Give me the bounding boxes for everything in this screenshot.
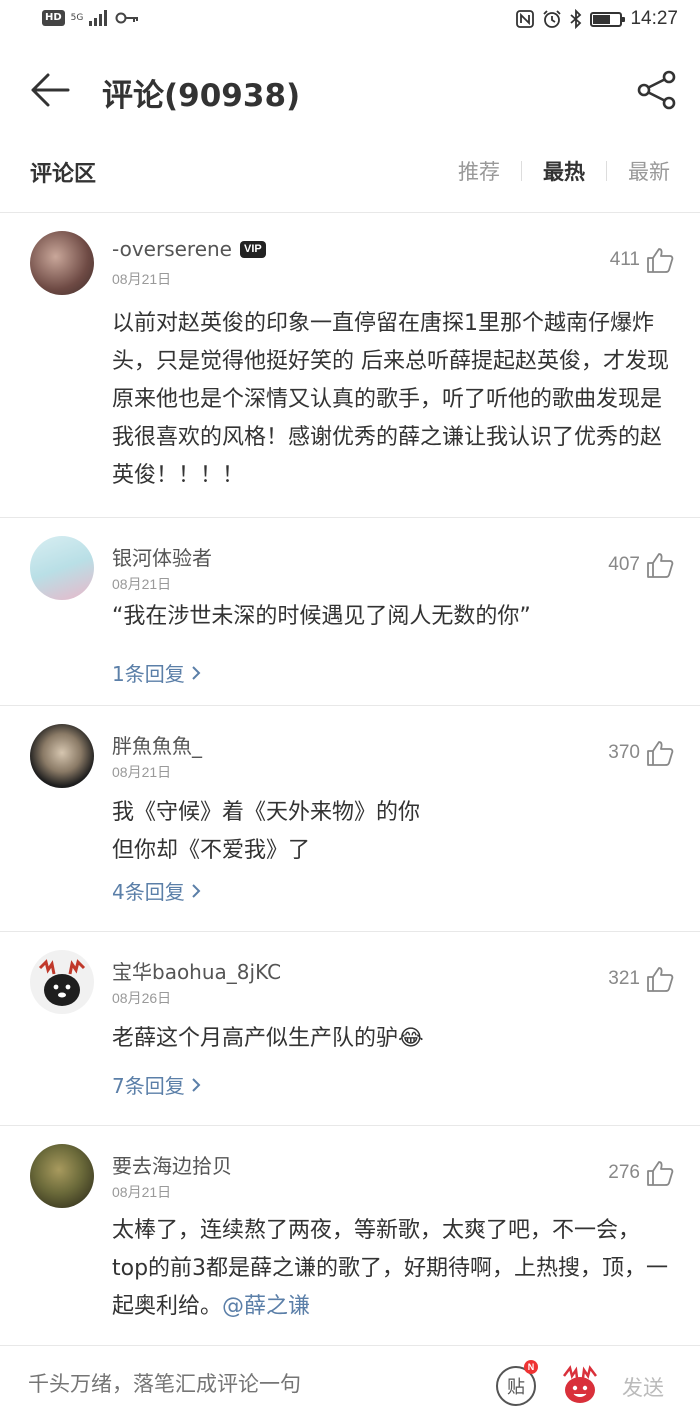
comment-text: 老薛这个月高产似生产队的驴😂 [112, 1020, 672, 1058]
tab-recommended[interactable]: 推荐 [458, 156, 500, 186]
hd-badge: HD [42, 10, 65, 26]
thumbs-up-icon [647, 1161, 674, 1186]
network-type: 5G [70, 12, 84, 23]
sort-tabs: 推荐 最热 最新 [458, 156, 670, 186]
page-title: 评论(90938) [102, 78, 301, 114]
thumbs-up-icon [647, 741, 674, 766]
alarm-icon [543, 10, 562, 28]
battery-icon [590, 11, 626, 27]
signal-icon [89, 10, 108, 26]
author-name: 要去海边拾贝 [112, 1154, 232, 1178]
comment-list: -overserene VIP 08月21日 411 以前对赵英俊的印象一直停留… [0, 212, 700, 1345]
like-count: 370 [608, 742, 640, 763]
comment-item: 银河体验者 08月21日 407 “我在涉世未深的时候遇见了阅人无数的你” 1条… [0, 517, 700, 705]
like-count: 411 [609, 249, 640, 270]
like-button[interactable]: 370 [608, 740, 674, 766]
comment-date: 08月21日 [112, 576, 172, 592]
section-title: 评论区 [30, 162, 97, 187]
comment-date: 08月21日 [112, 764, 172, 780]
view-replies-link[interactable]: 4条回复 [112, 876, 201, 905]
vip-badge: VIP [239, 240, 266, 258]
comment-text: “我在涉世未深的时候遇见了阅人无数的你” [112, 604, 531, 629]
comment-tabs-row: 评论区 推荐 最热 最新 [0, 140, 700, 206]
like-button[interactable]: 276 [608, 1160, 674, 1186]
tab-hottest[interactable]: 最热 [543, 156, 585, 186]
chevron-right-icon [192, 665, 201, 680]
reply-count: 1条回复 [112, 662, 185, 686]
chevron-right-icon [192, 1077, 201, 1092]
avatar[interactable] [30, 231, 94, 295]
comment-text: 我《守候》着《天外来物》的你 但你却《不爱我》了 [112, 794, 672, 870]
nfc-icon [516, 10, 535, 28]
comment-text-line: 我《守候》着《天外来物》的你 [112, 800, 421, 825]
thumbs-up-icon [647, 967, 674, 992]
comment-item: 宝华baohua_8jKC 08月26日 321 老薛这个月高产似生产队的驴😂 … [0, 931, 700, 1125]
laughing-crying-emoji: 😂 [398, 1026, 424, 1051]
comment-input[interactable] [28, 1372, 468, 1396]
comment-author[interactable]: -overserene VIP [112, 237, 266, 261]
like-button[interactable]: 407 [608, 552, 674, 578]
arrow-left-icon[interactable] [28, 72, 70, 108]
header: 评论(90938) [0, 44, 700, 136]
comment-item: 要去海边拾贝 08月21日 276 太棒了，连续熬了两夜，等新歌，太爽了吧，不一… [0, 1125, 700, 1345]
comment-text-line: 但你却《不爱我》了 [112, 838, 311, 863]
author-name: 宝华baohua_8jKC [112, 960, 282, 984]
chevron-right-icon [192, 883, 201, 898]
status-left: HD 5G [42, 10, 139, 26]
comment-author[interactable]: 银河体验者 [112, 542, 212, 571]
send-button[interactable]: 发送 [622, 1372, 664, 1402]
status-right: 14:27 [516, 8, 678, 30]
view-replies-link[interactable]: 7条回复 [112, 1070, 201, 1099]
comment-date: 08月21日 [112, 1184, 172, 1200]
like-count: 407 [608, 554, 640, 575]
comment-author[interactable]: 宝华baohua_8jKC [112, 956, 281, 985]
comment-author[interactable]: 胖魚魚魚_ [112, 730, 202, 759]
reply-count: 4条回复 [112, 880, 185, 904]
status-bar: HD 5G 14:27 [0, 0, 700, 44]
thumbs-up-icon [647, 248, 674, 273]
view-replies-link[interactable]: 1条回复 [112, 658, 201, 687]
mascot-emoji-icon[interactable] [558, 1362, 602, 1406]
author-name: -overserene [112, 237, 232, 261]
bluetooth-icon [570, 9, 582, 29]
comment-text: 太棒了，连续熬了两夜，等新歌，太爽了吧，不一会，top的前3都是薛之谦的歌了，好… [112, 1212, 672, 1326]
comment-date: 08月26日 [112, 990, 172, 1006]
avatar[interactable] [30, 950, 94, 1014]
post-label: 贴 [507, 1377, 525, 1398]
comment-item: -overserene VIP 08月21日 411 以前对赵英俊的印象一直停留… [0, 212, 700, 517]
share-icon[interactable] [636, 70, 678, 110]
like-button[interactable]: 411 [610, 247, 674, 273]
avatar[interactable] [30, 1144, 94, 1208]
comment-input-bar: 贴 N 发送 [0, 1345, 700, 1428]
like-button[interactable]: 321 [608, 966, 674, 992]
tab-divider [521, 161, 522, 181]
avatar[interactable] [30, 536, 94, 600]
comment-text-body: 太棒了，连续熬了两夜，等新歌，太爽了吧，不一会，top的前3都是薛之谦的歌了，好… [112, 1218, 669, 1319]
tab-latest[interactable]: 最新 [628, 156, 670, 186]
moose-avatar-icon [38, 959, 86, 1006]
thumbs-up-icon [647, 553, 674, 578]
notification-badge: N [524, 1360, 538, 1374]
avatar[interactable] [30, 724, 94, 788]
comment-text: 以前对赵英俊的印象一直停留在唐探1里那个越南仔爆炸头，只是觉得他挺好笑的 后来总… [112, 311, 669, 488]
tab-divider [606, 161, 607, 181]
author-name: 银河体验者 [112, 546, 212, 570]
clock: 14:27 [630, 8, 678, 29]
author-name: 胖魚魚魚_ [112, 734, 202, 758]
comment-item: 胖魚魚魚_ 08月21日 370 我《守候》着《天外来物》的你 但你却《不爱我》… [0, 705, 700, 931]
like-count: 276 [608, 1162, 640, 1183]
comment-author[interactable]: 要去海边拾贝 [112, 1150, 232, 1179]
reply-count: 7条回复 [112, 1074, 185, 1098]
comment-date: 08月21日 [112, 271, 172, 287]
key-icon [115, 12, 139, 24]
user-mention-link[interactable]: @薛之谦 [222, 1294, 310, 1319]
comment-text-body: 老薛这个月高产似生产队的驴 [112, 1026, 399, 1051]
like-count: 321 [608, 968, 640, 989]
